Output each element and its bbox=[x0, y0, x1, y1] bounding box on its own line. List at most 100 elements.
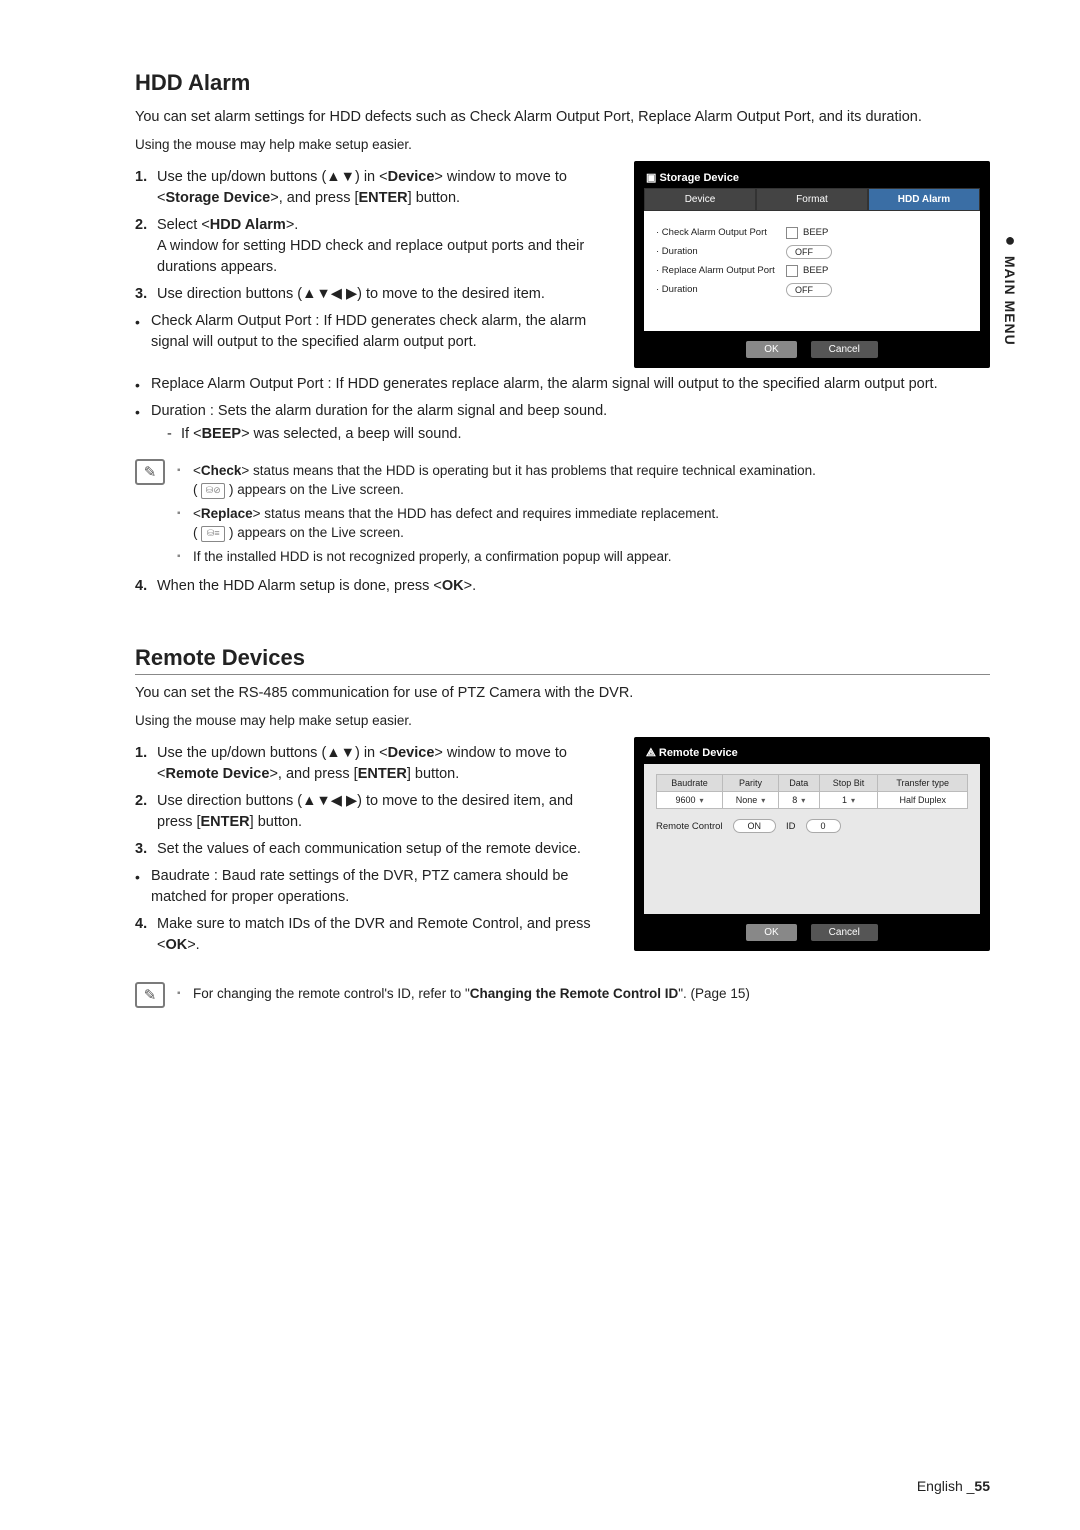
baudrate-select[interactable]: 9600▾ bbox=[657, 792, 723, 809]
stopbit-select[interactable]: 1▾ bbox=[819, 792, 878, 809]
note-item: ▪ <Check> status means that the HDD is o… bbox=[177, 461, 816, 500]
step-num: 3. bbox=[135, 839, 157, 860]
hdd-intro: You can set alarm settings for HDD defec… bbox=[135, 107, 990, 128]
step-text: Use direction buttons (▲▼◀ ▶) to move to… bbox=[157, 791, 610, 833]
step-text: Select <HDD Alarm>. A window for setting… bbox=[157, 215, 610, 278]
row-label: · Replace Alarm Output Port bbox=[656, 265, 786, 276]
transfer-value: Half Duplex bbox=[878, 792, 968, 809]
step-num: 4. bbox=[135, 576, 157, 597]
step-text: Use the up/down buttons (▲▼) in <Device>… bbox=[157, 167, 610, 209]
beep-label: BEEP bbox=[803, 265, 828, 276]
row-replace-port: · Replace Alarm Output Port BEEP bbox=[656, 265, 968, 277]
bullet-duration: Duration : Sets the alarm duration for t… bbox=[135, 401, 990, 446]
cancel-button[interactable]: Cancel bbox=[811, 341, 878, 358]
hdd-step4: 4. When the HDD Alarm setup is done, pre… bbox=[135, 576, 990, 597]
hdd-bullets-top: Check Alarm Output Port : If HDD generat… bbox=[135, 311, 610, 353]
ok-button[interactable]: OK bbox=[746, 341, 796, 358]
remote-intro: You can set the RS-485 communication for… bbox=[135, 683, 990, 704]
row-check-port: · Check Alarm Output Port BEEP bbox=[656, 227, 968, 239]
remote-step4: 4. Make sure to match IDs of the DVR and… bbox=[135, 914, 610, 956]
rc-id-label: ID bbox=[786, 821, 796, 832]
tab-format[interactable]: Format bbox=[756, 188, 868, 211]
step-4: 4. When the HDD Alarm setup is done, pre… bbox=[135, 576, 990, 597]
remote-note-list: ▪ For changing the remote control's ID, … bbox=[177, 980, 750, 1008]
step-num: 2. bbox=[135, 215, 157, 278]
page: ● MAIN MENU HDD Alarm You can set alarm … bbox=[0, 0, 1080, 1530]
hdd-alarm-title: HDD Alarm bbox=[135, 70, 990, 99]
remote-params-table: Baudrate Parity Data Stop Bit Transfer t… bbox=[656, 774, 968, 809]
hdd-dialog-wrap: ▣ Storage Device Device Format HDD Alarm… bbox=[634, 161, 990, 368]
dlg-footer: OK Cancel bbox=[640, 914, 984, 945]
note-icon: ✎ bbox=[135, 459, 165, 485]
remote-dialog-wrap: ⟁ Remote Device Baudrate Parity Data Sto… bbox=[634, 737, 990, 951]
th-transfer: Transfer type bbox=[878, 775, 968, 792]
hdd-bullets-bottom: Replace Alarm Output Port : If HDD gener… bbox=[135, 374, 990, 447]
duration-select[interactable]: OFF bbox=[786, 245, 832, 259]
hdd-mouse-hint: Using the mouse may help make setup easi… bbox=[135, 136, 990, 155]
side-tab-dot: ● bbox=[1000, 230, 1020, 251]
table-row: 9600▾ None▾ 8▾ 1▾ Half Duplex bbox=[657, 792, 968, 809]
row-label: · Duration bbox=[656, 284, 786, 295]
remote-note-row: ✎ ▪ For changing the remote control's ID… bbox=[135, 980, 990, 1008]
rc-on-select[interactable]: ON bbox=[733, 819, 777, 833]
tab-device[interactable]: Device bbox=[644, 188, 756, 211]
hdd-left: 1. Use the up/down buttons (▲▼) in <Devi… bbox=[135, 161, 610, 359]
rc-id-field[interactable]: 0 bbox=[806, 819, 841, 833]
page-footer: English _55 bbox=[917, 1478, 990, 1494]
remote-control-row: Remote Control ON ID 0 bbox=[656, 819, 968, 833]
dlg-title: ▣ Storage Device bbox=[640, 167, 984, 188]
storage-device-dialog: ▣ Storage Device Device Format HDD Alarm… bbox=[634, 161, 990, 368]
hdd-note-row: ✎ ▪ <Check> status means that the HDD is… bbox=[135, 457, 990, 571]
dlg-title: ⟁ Remote Device bbox=[640, 743, 984, 764]
cancel-button[interactable]: Cancel bbox=[811, 924, 878, 941]
row-check-duration: · Duration OFF bbox=[656, 245, 968, 259]
remote-devices-title: Remote Devices bbox=[135, 645, 990, 675]
hdd-two-col: 1. Use the up/down buttons (▲▼) in <Devi… bbox=[135, 161, 990, 368]
remote-device-dialog: ⟁ Remote Device Baudrate Parity Data Sto… bbox=[634, 737, 990, 951]
parity-select[interactable]: None▾ bbox=[723, 792, 779, 809]
step-text: When the HDD Alarm setup is done, press … bbox=[157, 576, 476, 597]
footer-page-number: 55 bbox=[974, 1478, 990, 1494]
row-label: · Check Alarm Output Port bbox=[656, 227, 786, 238]
step-2: 2. Use direction buttons (▲▼◀ ▶) to move… bbox=[135, 791, 610, 833]
dlg-tabs: Device Format HDD Alarm bbox=[644, 188, 980, 211]
chevron-down-icon: ▾ bbox=[801, 796, 805, 805]
step-num: 4. bbox=[135, 914, 157, 956]
remote-left: 1. Use the up/down buttons (▲▼) in <Devi… bbox=[135, 737, 610, 962]
bullet-check: Check Alarm Output Port : If HDD generat… bbox=[135, 311, 610, 353]
step-3: 3. Use direction buttons (▲▼◀ ▶) to move… bbox=[135, 284, 610, 305]
table-header-row: Baudrate Parity Data Stop Bit Transfer t… bbox=[657, 775, 968, 792]
step-text: Use direction buttons (▲▼◀ ▶) to move to… bbox=[157, 284, 545, 305]
note-item: ▪ If the installed HDD is not recognized… bbox=[177, 547, 816, 567]
duration-select[interactable]: OFF bbox=[786, 283, 832, 297]
hdd-check-icon: ⛁⊘ bbox=[201, 483, 225, 499]
note-item: ▪ <Replace> status means that the HDD ha… bbox=[177, 504, 816, 543]
step-num: 2. bbox=[135, 791, 157, 833]
row-label: · Duration bbox=[656, 246, 786, 257]
th-data: Data bbox=[778, 775, 819, 792]
remote-steps: 1. Use the up/down buttons (▲▼) in <Devi… bbox=[135, 743, 610, 860]
chevron-down-icon: ▾ bbox=[700, 796, 704, 805]
th-stopbit: Stop Bit bbox=[819, 775, 878, 792]
side-tab: ● MAIN MENU bbox=[999, 230, 1020, 346]
step-num: 3. bbox=[135, 284, 157, 305]
dlg-panel: Baudrate Parity Data Stop Bit Transfer t… bbox=[644, 764, 980, 914]
footer-lang: English _ bbox=[917, 1478, 975, 1494]
chevron-down-icon: ▾ bbox=[761, 796, 765, 805]
beep-checkbox[interactable] bbox=[786, 265, 798, 277]
th-parity: Parity bbox=[723, 775, 779, 792]
step-2: 2. Select <HDD Alarm>. A window for sett… bbox=[135, 215, 610, 278]
hdd-note-list: ▪ <Check> status means that the HDD is o… bbox=[177, 457, 816, 571]
ok-button[interactable]: OK bbox=[746, 924, 796, 941]
data-select[interactable]: 8▾ bbox=[778, 792, 819, 809]
step-4: 4. Make sure to match IDs of the DVR and… bbox=[135, 914, 610, 956]
tab-hdd-alarm[interactable]: HDD Alarm bbox=[868, 188, 980, 211]
bullet-baud: Baudrate : Baud rate settings of the DVR… bbox=[135, 866, 610, 908]
step-3: 3. Set the values of each communication … bbox=[135, 839, 610, 860]
step-1: 1. Use the up/down buttons (▲▼) in <Devi… bbox=[135, 743, 610, 785]
beep-checkbox[interactable] bbox=[786, 227, 798, 239]
th-baudrate: Baudrate bbox=[657, 775, 723, 792]
step-text: Use the up/down buttons (▲▼) in <Device>… bbox=[157, 743, 610, 785]
chevron-down-icon: ▾ bbox=[851, 796, 855, 805]
rc-label: Remote Control bbox=[656, 821, 723, 832]
